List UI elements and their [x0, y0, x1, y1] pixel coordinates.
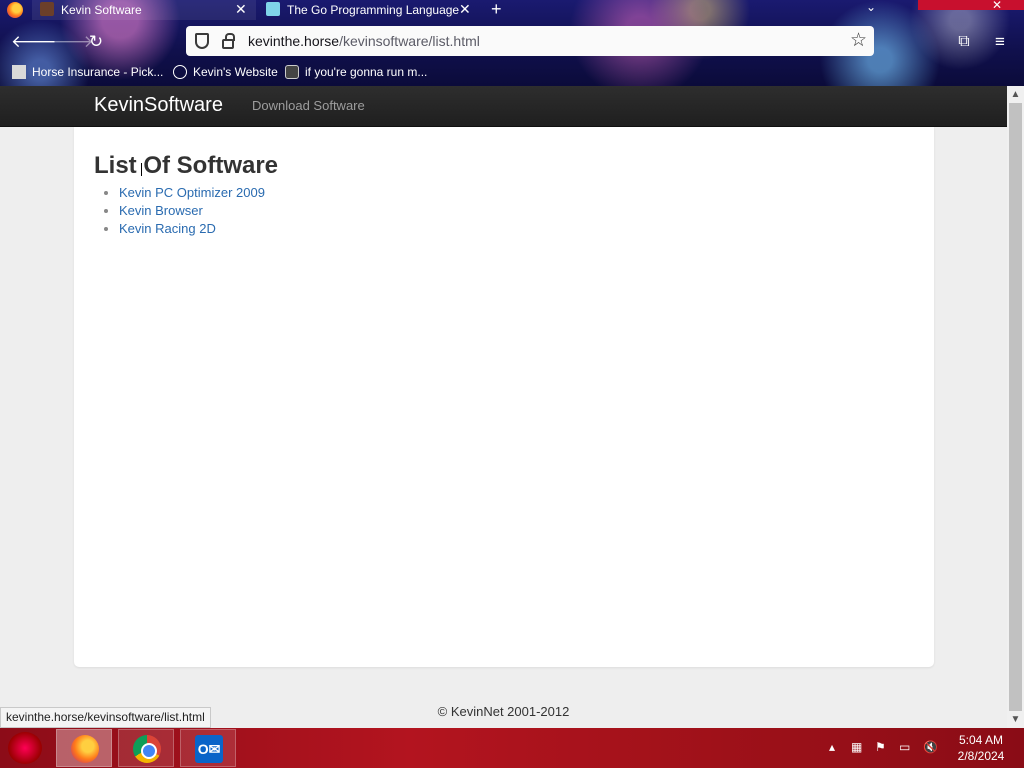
scroll-up-arrow-icon[interactable]: ▲ — [1007, 86, 1024, 103]
list-item: Kevin Browser — [119, 202, 265, 220]
firefox-icon[interactable] — [7, 2, 23, 18]
extensions-button[interactable]: ⧉ — [952, 30, 976, 54]
list-all-tabs-icon[interactable]: ⌄ — [866, 0, 876, 14]
site-brand-link[interactable]: KevinSoftware — [94, 94, 223, 117]
tab-go-programming-language[interactable]: The Go Programming Language ✕ — [258, 0, 478, 20]
list-item: Kevin PC Optimizer 2009 — [119, 184, 265, 202]
taskbar-firefox-button[interactable] — [56, 729, 112, 767]
volume-muted-icon[interactable]: 🔇 — [923, 740, 938, 754]
browser-chrome: Kevin Software ✕ The Go Programming Lang… — [0, 0, 1024, 86]
close-tab-icon[interactable]: ✕ — [459, 0, 471, 18]
tab-title: Kevin Software — [61, 3, 142, 17]
app-menu-button[interactable]: ≡ — [988, 30, 1012, 54]
taskbar-chrome-button[interactable] — [118, 729, 174, 767]
tab-title: The Go Programming Language — [287, 3, 460, 17]
bookmark-label: if you're gonna run m... — [305, 65, 428, 79]
show-hidden-icons[interactable]: ▴ — [829, 740, 835, 754]
outlook-icon: O✉ — [195, 735, 223, 763]
bookmark-horse-insurance[interactable]: Horse Insurance - Pick... — [12, 62, 163, 82]
globe-icon — [173, 65, 187, 79]
list-item: Kevin Racing 2D — [119, 220, 265, 238]
download-software-link[interactable]: Download Software — [252, 98, 365, 113]
skull-icon — [285, 65, 299, 79]
scroll-down-arrow-icon[interactable]: ▼ — [1007, 711, 1024, 728]
firefox-icon — [71, 735, 99, 763]
display-icon[interactable]: ▭ — [899, 740, 910, 754]
url-host: kevinthe.horse — [248, 33, 340, 49]
navigation-toolbar: 🡐 🡒 ↻ kevinthe.horse/kevinsoftware/list.… — [0, 26, 1024, 58]
bookmarks-toolbar: Horse Insurance - Pick... Kevin's Websit… — [0, 62, 1024, 84]
clock-time: 5:04 AM — [958, 733, 1004, 747]
bookmark-label: Horse Insurance - Pick... — [32, 65, 164, 79]
window-close-button[interactable] — [918, 0, 1024, 10]
kevin-pc-optimizer-link[interactable]: Kevin PC Optimizer 2009 — [119, 185, 265, 200]
bookmark-if-youre-gonna[interactable]: if you're gonna run m... — [285, 62, 427, 82]
bookmark-kevins-website[interactable]: Kevin's Website — [173, 62, 278, 82]
windows-taskbar: O✉ ▴ ▦ ⚑ ▭ 🔇 5:04 AM 2/8/2024 — [0, 728, 1024, 768]
page-icon — [12, 65, 26, 79]
system-clock[interactable]: 5:04 AM 2/8/2024 — [950, 732, 1012, 764]
web-page: KevinSoftware Download Software List Of … — [0, 86, 1007, 728]
gopher-favicon-icon — [266, 2, 280, 16]
kevin-browser-link[interactable]: Kevin Browser — [119, 203, 203, 218]
new-tab-button[interactable]: + — [491, 0, 502, 20]
window-close-icon[interactable]: ✕ — [992, 0, 1002, 12]
text-cursor-icon — [141, 163, 143, 176]
url-path: /kevinsoftware/list.html — [339, 33, 480, 49]
network-icon[interactable]: ▦ — [851, 740, 862, 754]
start-button[interactable] — [8, 732, 42, 764]
reload-button[interactable]: ↻ — [84, 30, 108, 54]
tracking-protection-shield-icon[interactable] — [195, 33, 209, 49]
tab-kevin-software[interactable]: Kevin Software ✕ — [32, 0, 256, 20]
lock-icon[interactable] — [222, 33, 235, 49]
content-panel: List Of Software Kevin PC Optimizer 2009… — [74, 127, 934, 667]
link-status-bar: kevinthe.horse/kevinsoftware/list.html — [0, 707, 211, 728]
taskbar-outlook-button[interactable]: O✉ — [180, 729, 236, 767]
vertical-scrollbar[interactable]: ▲ ▼ — [1007, 86, 1024, 728]
forward-button[interactable]: 🡒 — [48, 30, 94, 54]
bookmark-label: Kevin's Website — [193, 65, 278, 79]
site-navbar: KevinSoftware Download Software — [0, 86, 1007, 127]
action-center-flag-icon[interactable]: ⚑ — [875, 740, 886, 754]
chrome-icon — [133, 735, 161, 763]
back-button[interactable]: 🡐 — [11, 30, 57, 54]
scrollbar-thumb[interactable] — [1009, 103, 1022, 711]
kevin-racing-2d-link[interactable]: Kevin Racing 2D — [119, 221, 216, 236]
horse-favicon-icon — [40, 2, 54, 16]
address-bar[interactable]: kevinthe.horse/kevinsoftware/list.html ☆ — [186, 26, 874, 56]
close-tab-icon[interactable]: ✕ — [235, 0, 247, 18]
clock-date: 2/8/2024 — [957, 749, 1005, 763]
url-text[interactable]: kevinthe.horse/kevinsoftware/list.html — [248, 33, 480, 49]
bookmark-star-icon[interactable]: ☆ — [850, 29, 867, 52]
software-list: Kevin PC Optimizer 2009 Kevin Browser Ke… — [119, 184, 265, 238]
page-title: List Of Software — [94, 152, 279, 179]
tab-strip: Kevin Software ✕ The Go Programming Lang… — [0, 0, 1024, 20]
